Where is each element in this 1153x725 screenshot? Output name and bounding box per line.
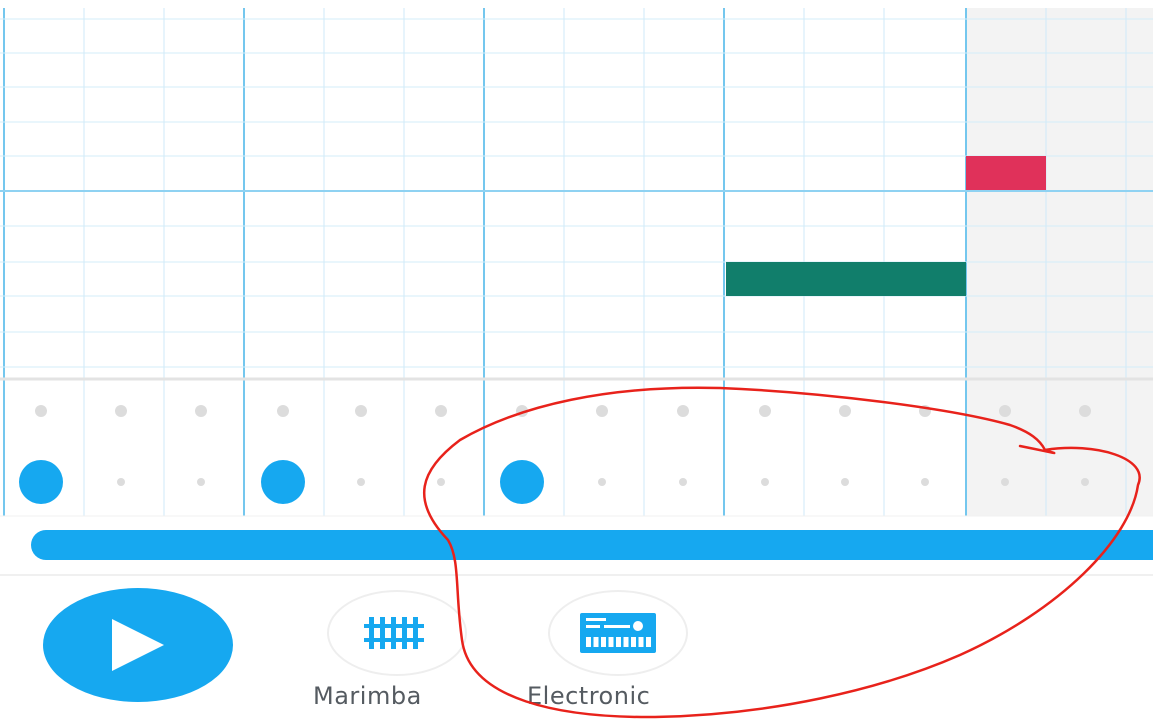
rhythm-dot[interactable] (759, 405, 771, 417)
rhythm-dot[interactable] (516, 405, 528, 417)
rhythm-dot-active[interactable] (500, 460, 544, 504)
rhythm-dot[interactable] (841, 478, 849, 486)
progress-bar-fill[interactable] (31, 530, 1153, 560)
rhythm-dot[interactable] (437, 478, 445, 486)
rhythm-dot[interactable] (117, 478, 125, 486)
rhythm-dot[interactable] (839, 405, 851, 417)
instrument-marimba-label: Marimba (313, 682, 422, 710)
rhythm-dot[interactable] (277, 405, 289, 417)
rhythm-dot[interactable] (197, 478, 205, 486)
rhythm-dot[interactable] (357, 478, 365, 486)
rhythm-dot[interactable] (761, 478, 769, 486)
rhythm-dot[interactable] (1079, 405, 1091, 417)
rhythm-dot[interactable] (195, 405, 207, 417)
rhythm-dot[interactable] (435, 405, 447, 417)
rhythm-dot[interactable] (921, 478, 929, 486)
rhythm-dot-active[interactable] (261, 460, 305, 504)
rhythm-dot[interactable] (677, 405, 689, 417)
play-icon (112, 619, 164, 671)
rhythm-dot[interactable] (115, 405, 127, 417)
electronic-icon (580, 613, 656, 653)
rhythm-dot[interactable] (1081, 478, 1089, 486)
marimba-icon (364, 617, 424, 649)
rhythm-dot[interactable] (598, 478, 606, 486)
rhythm-dot-active[interactable] (19, 460, 63, 504)
instrument-electronic-button[interactable] (548, 590, 688, 676)
rhythm-dot[interactable] (679, 478, 687, 486)
rhythm-dot[interactable] (919, 405, 931, 417)
rhythm-track[interactable] (19, 405, 1091, 504)
play-button[interactable] (43, 588, 233, 702)
rhythm-dot[interactable] (999, 405, 1011, 417)
rhythm-dot[interactable] (35, 405, 47, 417)
rhythm-dot[interactable] (1001, 478, 1009, 486)
instrument-marimba-button[interactable] (327, 590, 467, 676)
note-red[interactable] (966, 156, 1046, 190)
note-green[interactable] (726, 262, 966, 296)
instrument-electronic-label: Electronic (527, 682, 651, 710)
rhythm-dot[interactable] (596, 405, 608, 417)
rhythm-dot[interactable] (355, 405, 367, 417)
